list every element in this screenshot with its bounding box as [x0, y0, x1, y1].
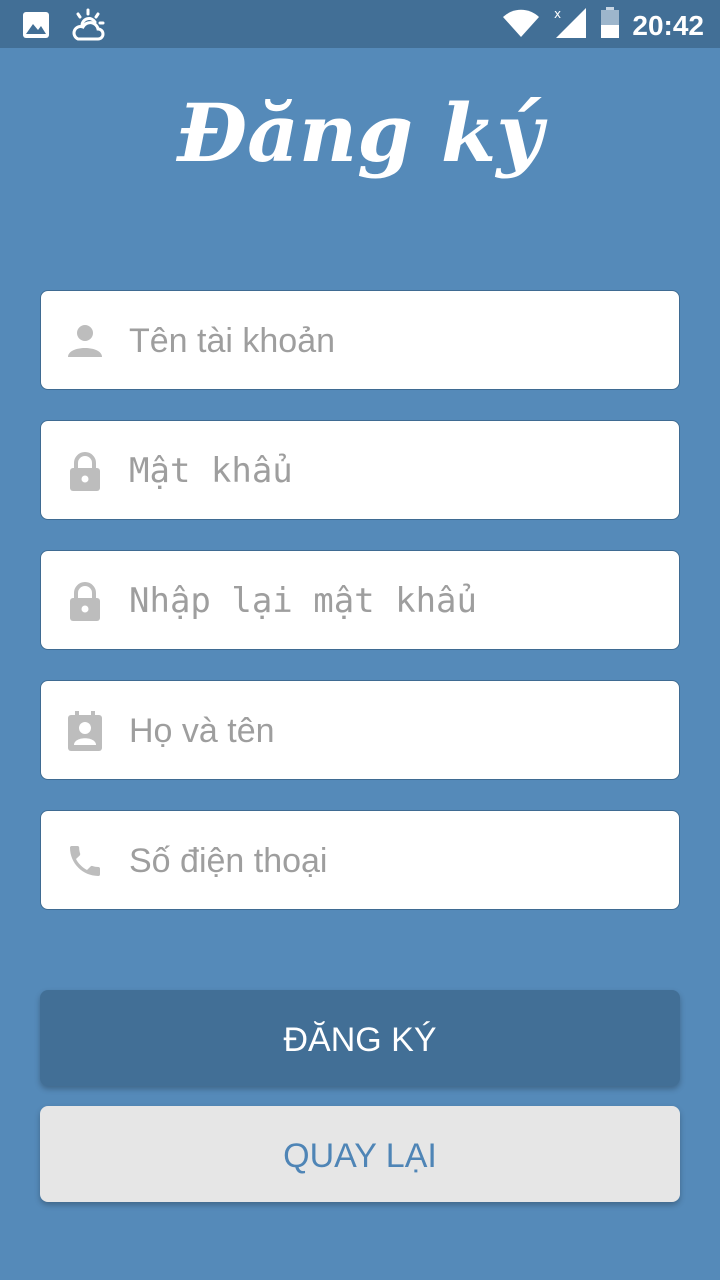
username-placeholder: Tên tài khoản	[129, 322, 336, 360]
password-placeholder: Mật khẩu	[129, 451, 293, 491]
image-icon	[22, 11, 50, 44]
battery-icon	[600, 7, 620, 44]
status-bar-left	[22, 8, 106, 47]
fullname-placeholder: Họ và tên	[129, 712, 275, 750]
status-time: 20:42	[632, 9, 704, 41]
person-icon	[65, 321, 105, 361]
svg-text:x: x	[554, 7, 561, 21]
back-button[interactable]: QUAY LẠI	[40, 1106, 680, 1202]
confirm-password-placeholder: Nhập lại mật khẩu	[129, 581, 477, 621]
page-title: Đăng ký	[177, 86, 543, 180]
username-field[interactable]: Tên tài khoản	[40, 290, 680, 390]
password-field[interactable]: Mật khẩu	[40, 420, 680, 520]
fullname-field[interactable]: Họ và tên	[40, 680, 680, 780]
register-button[interactable]: ĐĂNG KÝ	[40, 990, 680, 1086]
confirm-password-field[interactable]: Nhập lại mật khẩu	[40, 550, 680, 650]
lock-icon	[65, 451, 105, 491]
status-bar-right: x 20:42	[502, 6, 704, 45]
lock-icon	[65, 581, 105, 621]
phone-icon	[65, 841, 105, 881]
contact-card-icon	[65, 711, 105, 751]
phone-placeholder: Số điện thoại	[129, 842, 328, 880]
phone-field[interactable]: Số điện thoại	[40, 810, 680, 910]
wifi-icon	[502, 8, 540, 43]
signal-icon: x	[552, 6, 588, 45]
status-bar: x 20:42	[0, 0, 720, 48]
weather-icon	[70, 8, 106, 47]
